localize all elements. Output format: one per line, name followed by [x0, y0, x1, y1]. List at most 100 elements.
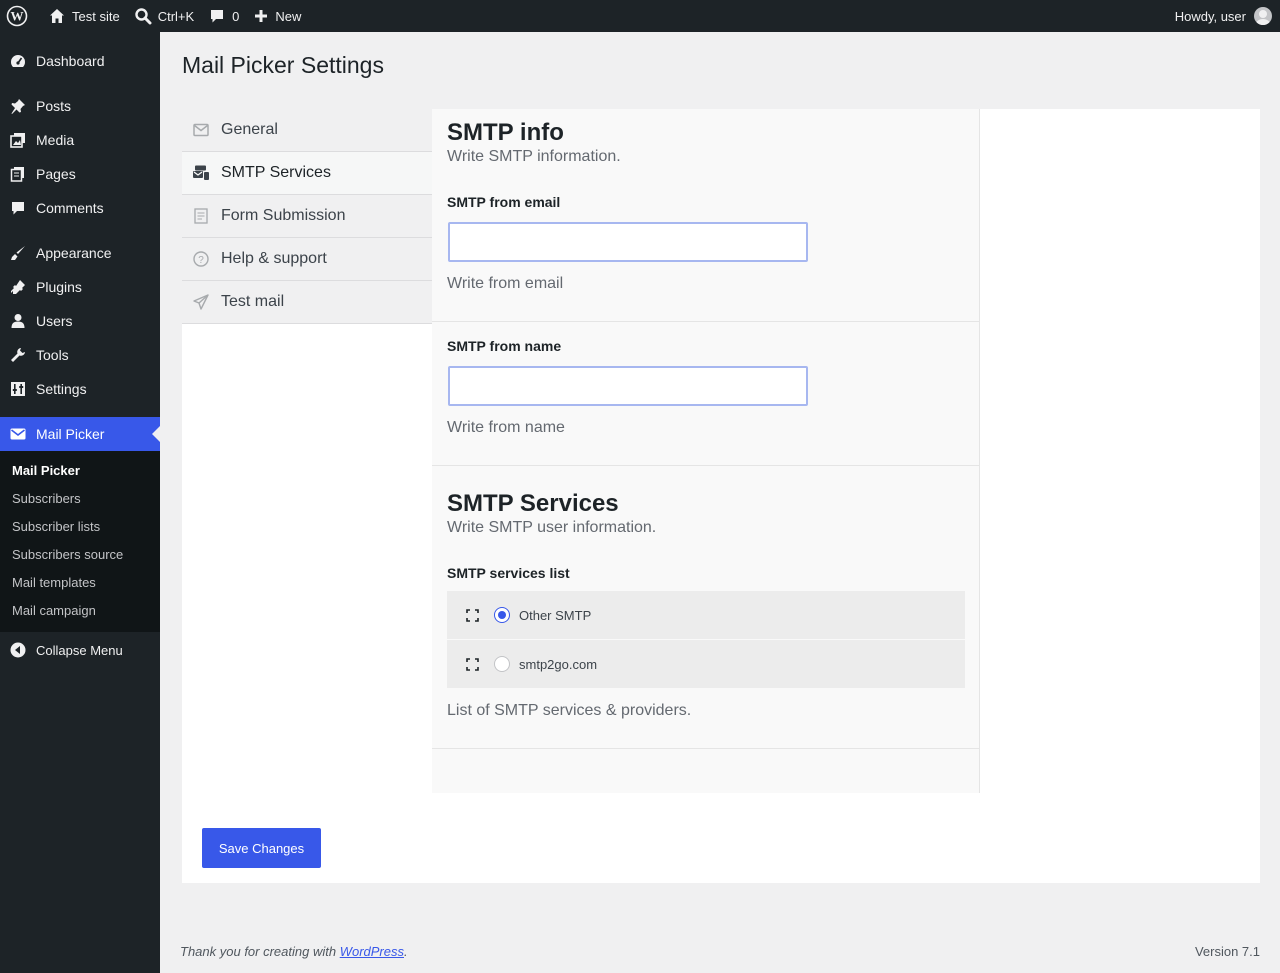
field-help: Write from name — [447, 419, 565, 436]
menu-label: Tools — [36, 347, 69, 363]
field-label: SMTP from name — [447, 338, 562, 354]
comments-count: 0 — [232, 8, 240, 24]
pages-icon — [10, 166, 26, 182]
menu-label: Pages — [36, 166, 76, 182]
smtp-services-panel: SMTP info Write SMTP information. SMTP f… — [432, 109, 980, 793]
submenu-mail-templates[interactable]: Mail templates — [0, 569, 160, 597]
tab-label: Form Submission — [221, 207, 346, 224]
plugin-icon — [10, 279, 26, 295]
smtp-from-email-input[interactable] — [448, 222, 808, 262]
field-label: SMTP from email — [447, 194, 561, 210]
list-item[interactable]: Other SMTP — [447, 591, 965, 640]
tab-general[interactable]: General — [182, 109, 432, 152]
service-label: Other SMTP — [519, 607, 592, 623]
admin-sidebar: Dashboard Posts Media Pages Comments App… — [0, 32, 160, 973]
plus-icon — [255, 10, 268, 22]
comments-button[interactable]: 0 — [201, 0, 246, 32]
section-description: Write SMTP information. — [447, 148, 621, 165]
shortcut-label: Ctrl+K — [157, 8, 195, 24]
avatar — [1254, 7, 1272, 25]
svg-text:?: ? — [198, 255, 204, 266]
footer-thanks: Thank you for creating with WordPress. — [180, 944, 408, 959]
smtp-info-header: SMTP info Write SMTP information. — [432, 109, 979, 166]
footer-version: Version 7.1 — [1194, 944, 1260, 959]
search-icon — [134, 8, 152, 25]
menu-mail-picker[interactable]: Mail Picker — [0, 417, 160, 451]
tab-help-support[interactable]: ? Help & support — [182, 238, 432, 281]
pin-icon — [10, 98, 26, 114]
tab-form-submission[interactable]: Form Submission — [182, 195, 432, 238]
menu-pages[interactable]: Pages — [0, 157, 160, 191]
menu-label: Users — [36, 313, 73, 329]
admin-bar: W Test site Ctrl+K 0 New Howdy, user — [0, 0, 1280, 32]
wordpress-logo-button[interactable]: W — [0, 0, 41, 32]
settings-container: General SMTP Services Form Submission ? … — [182, 109, 1260, 883]
list-item[interactable]: smtp2go.com — [447, 640, 965, 689]
media-icon — [10, 132, 26, 148]
tab-test-mail[interactable]: Test mail — [182, 281, 432, 324]
tab-label: SMTP Services — [221, 164, 331, 181]
collapse-label: Collapse Menu — [36, 642, 123, 658]
menu-appearance[interactable]: Appearance — [0, 236, 160, 270]
wordpress-link[interactable]: WordPress — [340, 944, 404, 959]
settings-tabs: General SMTP Services Form Submission ? … — [182, 109, 432, 324]
menu-label: Media — [36, 132, 75, 148]
field-label: SMTP services list — [447, 565, 570, 581]
submenu-subscribers[interactable]: Subscribers — [0, 485, 160, 513]
submenu-subscribers-source[interactable]: Subscribers source — [0, 541, 160, 569]
home-icon — [50, 9, 64, 23]
service-radio[interactable] — [494, 607, 510, 623]
new-content-button[interactable]: New — [246, 0, 308, 32]
submenu-mail-campaign[interactable]: Mail campaign — [0, 597, 160, 625]
menu-users[interactable]: Users — [0, 304, 160, 338]
submenu-mail-picker[interactable]: Mail Picker — [0, 457, 160, 485]
user-icon — [10, 313, 26, 329]
menu-media[interactable]: Media — [0, 123, 160, 157]
sliders-icon — [10, 381, 26, 397]
menu-tools[interactable]: Tools — [0, 338, 160, 372]
drag-handle-icon[interactable] — [466, 657, 479, 671]
tab-label: General — [221, 121, 278, 138]
wrench-icon — [10, 347, 26, 363]
question-icon: ? — [192, 250, 210, 268]
menu-label: Settings — [36, 381, 87, 397]
smtp-services-list-field: SMTP services list Other SMTP smtp2go.co… — [432, 537, 979, 749]
menu-settings[interactable]: Settings — [0, 372, 160, 406]
menu-label: Appearance — [36, 245, 112, 261]
collapse-menu-button[interactable]: Collapse Menu — [0, 633, 160, 667]
menu-label: Comments — [36, 200, 104, 216]
footer-thanks-suffix: . — [404, 944, 408, 959]
menu-posts[interactable]: Posts — [0, 89, 160, 123]
drag-handle-icon[interactable] — [466, 608, 479, 622]
tab-smtp-services[interactable]: SMTP Services — [182, 152, 432, 195]
paper-plane-icon — [192, 293, 210, 311]
footer-thanks-prefix: Thank you for creating with — [180, 944, 340, 959]
page-title: Mail Picker Settings — [182, 52, 384, 78]
save-changes-button[interactable]: Save Changes — [202, 828, 321, 868]
menu-comments[interactable]: Comments — [0, 191, 160, 225]
site-name-link[interactable]: Test site — [41, 0, 127, 32]
command-palette-button[interactable]: Ctrl+K — [127, 0, 201, 32]
account-menu[interactable]: Howdy, user — [1175, 7, 1280, 25]
menu-label: Posts — [36, 98, 72, 114]
submenu-subscriber-lists[interactable]: Subscriber lists — [0, 513, 160, 541]
dashboard-icon — [10, 53, 26, 69]
menu-dashboard[interactable]: Dashboard — [0, 44, 160, 78]
site-name-label: Test site — [72, 8, 120, 24]
comment-icon — [10, 200, 26, 216]
smtp-services-header: SMTP Services Write SMTP user informatio… — [432, 466, 979, 537]
smtp-from-name-field: SMTP from name Write from name — [432, 322, 979, 466]
section-title: SMTP Services — [447, 490, 619, 517]
smtp-from-name-input[interactable] — [448, 366, 808, 406]
brush-icon — [10, 245, 26, 261]
service-label: smtp2go.com — [519, 656, 598, 672]
menu-plugins[interactable]: Plugins — [0, 270, 160, 304]
field-help: Write from email — [447, 275, 564, 292]
mail-picker-submenu: Mail Picker Subscribers Subscriber lists… — [0, 451, 160, 632]
menu-label: Plugins — [36, 279, 82, 295]
menu-label: Dashboard — [36, 53, 105, 69]
svg-text:W: W — [11, 9, 24, 24]
envelope-outline-icon — [192, 121, 210, 139]
form-icon — [192, 207, 210, 225]
service-radio[interactable] — [494, 656, 510, 672]
